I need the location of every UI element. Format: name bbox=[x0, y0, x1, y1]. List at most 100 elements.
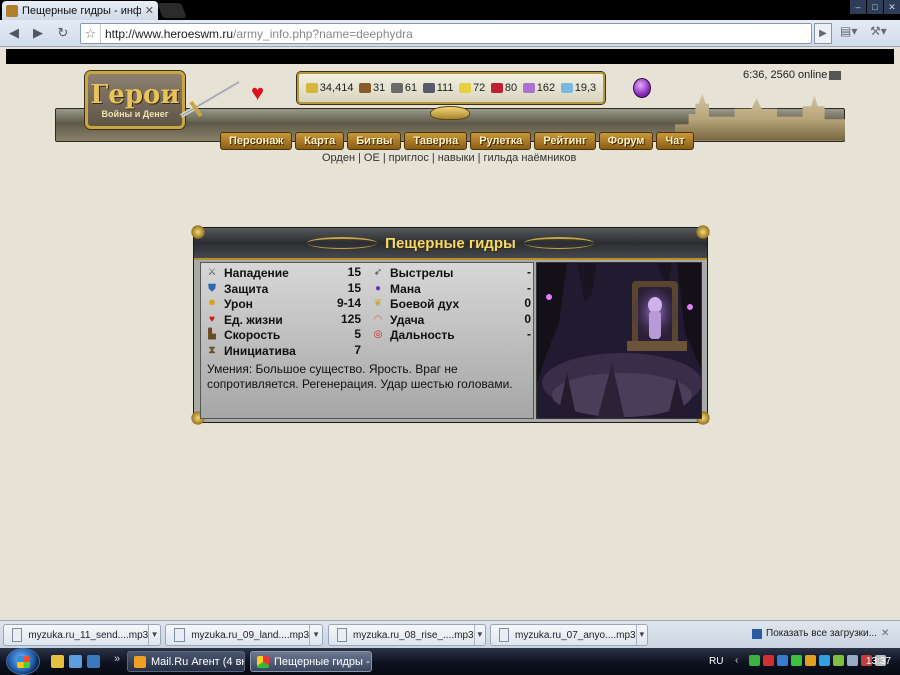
language-indicator[interactable]: RU bbox=[709, 656, 723, 667]
stat-value: 7 bbox=[354, 343, 361, 357]
desktop-quicklaunch-icon[interactable] bbox=[87, 655, 100, 668]
folder-quicklaunch-icon[interactable] bbox=[51, 655, 64, 668]
download-bar: myzuka.ru_11_send....mp3 ▼ myzuka.ru_09_l… bbox=[0, 620, 900, 648]
chevron-down-icon[interactable]: ▼ bbox=[473, 625, 485, 645]
nav-tavern[interactable]: Таверна bbox=[404, 132, 468, 150]
chevron-down-icon[interactable]: ▼ bbox=[148, 625, 160, 645]
url-path: /army_info.php?name=deephydra bbox=[233, 26, 413, 41]
window-controls: – □ ✕ bbox=[850, 0, 900, 14]
nav-roulette[interactable]: Рулетка bbox=[470, 132, 532, 150]
url-host: http://www.heroeswm.ru bbox=[105, 26, 234, 41]
stat-label: Защита bbox=[224, 281, 269, 296]
show-all-downloads-link[interactable]: Показать все загрузки... bbox=[752, 628, 877, 639]
nav-chat[interactable]: Чат bbox=[656, 132, 694, 150]
link-invites[interactable]: приглос bbox=[389, 152, 429, 164]
link-skills[interactable]: навыки bbox=[438, 152, 475, 164]
damage-icon: ✸ bbox=[207, 297, 217, 309]
stat-label: Дальность bbox=[390, 327, 455, 342]
bookmarks-bar bbox=[0, 47, 900, 67]
window-titlebar: Пещерные гидры - инф... ✕ – □ ✕ bbox=[0, 0, 900, 20]
stat-value: 15 bbox=[347, 281, 361, 295]
start-button[interactable] bbox=[6, 648, 40, 675]
forward-icon[interactable]: ▶ bbox=[28, 23, 48, 43]
task-label: Mail.Ru Агент (4 вк... bbox=[151, 655, 245, 668]
quicklaunch-more-icon[interactable]: » bbox=[114, 653, 120, 665]
resources-bar: 34,414 31 61 111 72 80 162 19,3 bbox=[297, 72, 605, 104]
sulfur-icon bbox=[459, 83, 472, 93]
tab-close-icon[interactable]: ✕ bbox=[145, 4, 154, 17]
stat-label: Мана bbox=[390, 281, 421, 296]
show-all-label: Показать все загрузки... bbox=[766, 628, 877, 639]
download-item[interactable]: myzuka.ru_07_anyo....mp3 ▼ bbox=[490, 624, 648, 646]
nav-character[interactable]: Персонаж bbox=[220, 132, 293, 150]
morale-icon: ❦ bbox=[373, 297, 383, 309]
page-menu-icon[interactable]: ▤▾ bbox=[840, 24, 864, 43]
bookmark-star-icon[interactable]: ☆ bbox=[81, 24, 101, 43]
creature-title-bar: Пещерные гидры bbox=[194, 228, 707, 260]
task-label: Пещерные гидры - ... bbox=[274, 655, 372, 668]
health-heart-icon[interactable]: ♥ bbox=[251, 80, 264, 106]
stat-value: - bbox=[527, 281, 531, 295]
tray-signal-icon[interactable] bbox=[833, 655, 844, 666]
clock[interactable]: 13:37 bbox=[866, 656, 891, 667]
browser-tab[interactable]: Пещерные гидры - инф... ✕ bbox=[2, 1, 158, 20]
download-item[interactable]: myzuka.ru_08_rise_....mp3 ▼ bbox=[328, 624, 486, 646]
stat-value: 0 bbox=[524, 296, 531, 310]
creature-skills: Умения: Большое существо. Ярость. Враг н… bbox=[207, 362, 513, 391]
tray-chevron-icon[interactable]: ‹ bbox=[735, 655, 746, 666]
resource-sulfur: 72 bbox=[459, 82, 485, 94]
ornament-right-icon bbox=[523, 237, 594, 249]
main-nav: Персонаж Карта Битвы Таверна Рулетка Рей… bbox=[220, 132, 694, 150]
tray-app-icon[interactable] bbox=[763, 655, 774, 666]
resource-value: 72 bbox=[473, 82, 486, 94]
maximize-icon[interactable]: □ bbox=[867, 0, 883, 14]
tray-icq-icon[interactable] bbox=[791, 655, 802, 666]
tray-skype-icon[interactable] bbox=[819, 655, 830, 666]
windows-logo-icon bbox=[17, 656, 30, 668]
new-tab-button[interactable] bbox=[157, 3, 187, 18]
mana-icon: ● bbox=[374, 282, 382, 294]
task-browser[interactable]: Пещерные гидры - ... bbox=[250, 651, 372, 672]
download-name: myzuka.ru_08_rise_....mp3 bbox=[352, 629, 474, 641]
tray-network-icon[interactable] bbox=[777, 655, 788, 666]
download-item[interactable]: myzuka.ru_11_send....mp3 ▼ bbox=[3, 624, 161, 646]
close-download-bar-icon[interactable]: ✕ bbox=[881, 628, 889, 639]
game-logo[interactable]: Герои Войны и Денег bbox=[85, 71, 185, 129]
minimize-icon[interactable]: – bbox=[850, 0, 866, 14]
tray-mail-icon[interactable] bbox=[805, 655, 816, 666]
url-text[interactable]: http://www.heroeswm.ru/army_info.php?nam… bbox=[101, 27, 413, 41]
online-status: 6:36, 2560 online bbox=[743, 69, 842, 81]
link-oe[interactable]: ОЕ bbox=[364, 152, 380, 164]
stat-label: Урон bbox=[224, 296, 253, 311]
nav-battles[interactable]: Битвы bbox=[347, 132, 402, 150]
download-name: myzuka.ru_09_land....mp3 bbox=[191, 629, 310, 641]
link-order[interactable]: Орден bbox=[322, 152, 355, 164]
address-bar[interactable]: ☆ http://www.heroeswm.ru/army_info.php?n… bbox=[80, 23, 812, 44]
nav-rating[interactable]: Рейтинг bbox=[534, 132, 596, 150]
chevron-down-icon[interactable]: ▼ bbox=[309, 625, 322, 645]
close-window-icon[interactable]: ✕ bbox=[884, 0, 900, 14]
resource-value: 80 bbox=[504, 82, 518, 94]
ie-quicklaunch-icon[interactable] bbox=[69, 655, 82, 668]
crystals-icon bbox=[490, 83, 503, 93]
gold-icon bbox=[305, 83, 318, 93]
back-icon[interactable]: ◀ bbox=[4, 23, 24, 43]
go-button[interactable]: ▶ bbox=[814, 23, 832, 44]
chevron-down-icon[interactable]: ▼ bbox=[635, 625, 647, 645]
tray-check-icon[interactable] bbox=[749, 655, 760, 666]
tab-title: Пещерные гидры - инф... bbox=[22, 4, 141, 17]
creature-panel: Пещерные гидры ⚔ Нападение 15 ⛊ Защита 15 … bbox=[191, 225, 710, 425]
wrench-icon[interactable]: ⚒▾ bbox=[870, 24, 894, 43]
reload-icon[interactable]: ↻ bbox=[53, 23, 73, 43]
mana-orb-icon[interactable] bbox=[633, 78, 651, 98]
favicon-icon bbox=[6, 4, 18, 17]
link-mercenaries-guild[interactable]: гильда наёмников bbox=[483, 152, 576, 164]
nav-map[interactable]: Карта bbox=[295, 132, 345, 150]
range-icon: ◎ bbox=[373, 328, 383, 340]
task-mail-agent[interactable]: Mail.Ru Агент (4 вк... bbox=[127, 651, 245, 672]
tray-monitor-icon[interactable] bbox=[847, 655, 858, 666]
download-item[interactable]: myzuka.ru_09_land....mp3 ▼ bbox=[165, 624, 323, 646]
nav-forum[interactable]: Форум bbox=[598, 132, 654, 150]
online-icon[interactable] bbox=[829, 70, 842, 80]
system-tray: ‹ bbox=[735, 655, 886, 666]
